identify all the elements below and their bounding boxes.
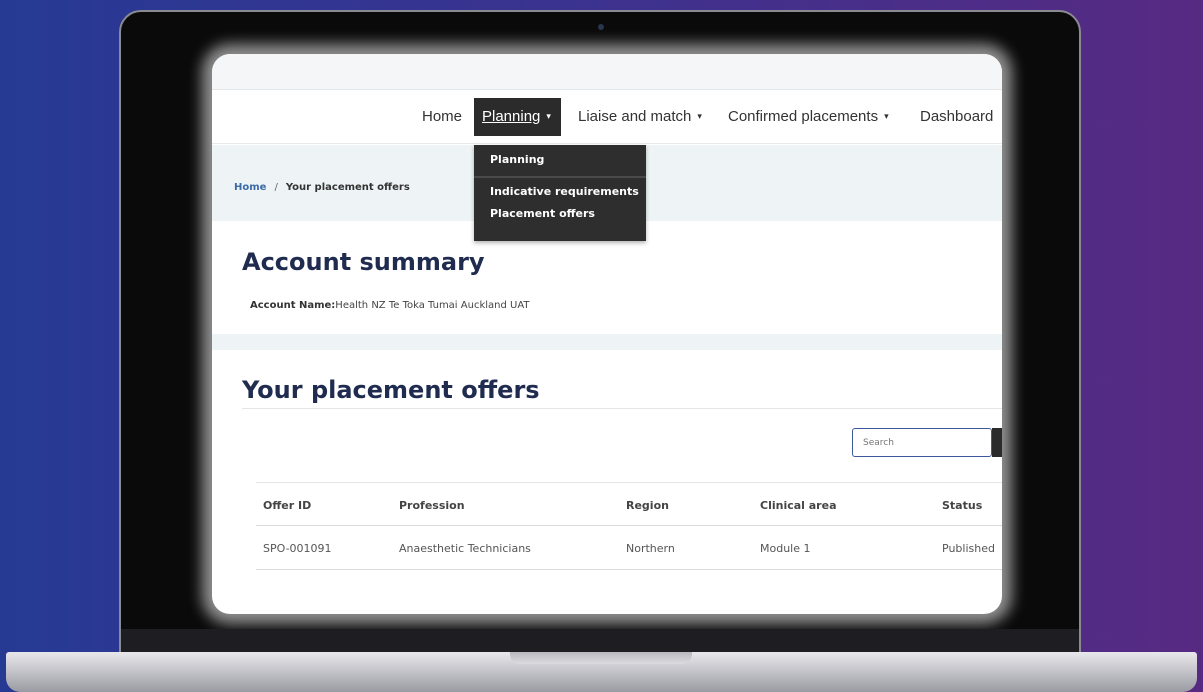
nav-planning[interactable]: Planning ▾ (474, 98, 561, 136)
column-header-clinical-area[interactable]: Clinical area (760, 499, 837, 512)
top-strip (212, 54, 1002, 90)
cell-profession: Anaesthetic Technicians (399, 542, 531, 555)
cell-region: Northern (626, 542, 675, 555)
planning-dropdown-menu: Planning Indicative requirements Placeme… (474, 145, 646, 241)
search-input[interactable] (852, 428, 992, 457)
breadcrumb-home[interactable]: Home (234, 182, 266, 193)
nav-liaise-and-match[interactable]: Liaise and match ▾ (578, 108, 702, 125)
column-header-offer-id[interactable]: Offer ID (263, 499, 311, 512)
menu-item-planning[interactable]: Planning (490, 153, 544, 166)
nav-dashboard[interactable]: Dashboard (920, 108, 993, 125)
nav-confirmed-label: Confirmed placements (728, 108, 879, 125)
breadcrumb-separator: / (274, 182, 278, 193)
search-button[interactable] (992, 428, 1002, 457)
menu-divider (474, 176, 646, 178)
chevron-down-icon: ▾ (697, 111, 702, 121)
column-header-profession[interactable]: Profession (399, 499, 465, 512)
menu-item-indicative-requirements[interactable]: Indicative requirements (490, 185, 639, 198)
column-header-region[interactable]: Region (626, 499, 669, 512)
main-nav: Home Planning ▾ Liaise and match ▾ Confirm… (212, 90, 1002, 144)
placement-offers-table: Offer ID Profession Region Clinical area… (256, 482, 1002, 570)
webcam-icon (598, 24, 604, 30)
title-rule (242, 408, 1002, 409)
account-name-value: Health NZ Te Toka Tumai Auckland UAT (335, 300, 530, 311)
chevron-down-icon: ▾ (884, 111, 889, 121)
menu-item-placement-offers[interactable]: Placement offers (490, 207, 595, 220)
column-header-status[interactable]: Status (942, 499, 982, 512)
chevron-down-icon: ▾ (546, 111, 551, 121)
nav-liaise-label: Liaise and match (578, 108, 692, 125)
account-name: Account Name:Health NZ Te Toka Tumai Auc… (250, 300, 530, 311)
account-summary-title: Account summary (242, 248, 485, 276)
placement-offers-title: Your placement offers (242, 376, 540, 404)
breadcrumb-current: Your placement offers (285, 182, 410, 193)
trackpad-notch (510, 652, 692, 664)
table-header: Offer ID Profession Region Clinical area… (256, 482, 1002, 526)
cell-status: Published (942, 542, 995, 555)
nav-planning-label: Planning (482, 108, 541, 125)
browser-screen: Home Planning ▾ Liaise and match ▾ Confirm… (212, 54, 1002, 614)
nav-confirmed-placements[interactable]: Confirmed placements ▾ (728, 108, 889, 125)
nav-home[interactable]: Home (422, 108, 462, 125)
breadcrumb: Home / Your placement offers (234, 182, 410, 193)
cell-offer-id[interactable]: SPO-001091 (263, 542, 332, 555)
table-row[interactable]: SPO-001091 Anaesthetic Technicians North… (256, 526, 1002, 570)
account-name-label: Account Name: (250, 300, 336, 311)
bottom-bezel (121, 629, 1079, 653)
section-divider (212, 334, 1002, 350)
cell-clinical-area: Module 1 (760, 542, 811, 555)
